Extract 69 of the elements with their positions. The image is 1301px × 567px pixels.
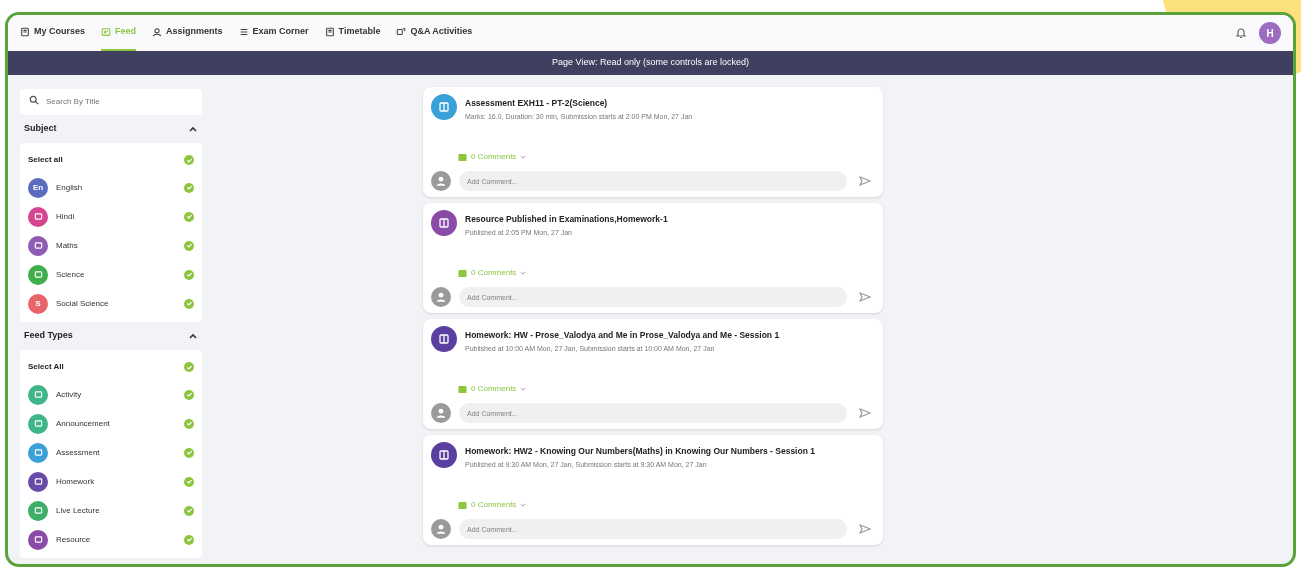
checkbox[interactable] [184,155,194,165]
checkbox[interactable] [184,211,194,222]
comments-toggle[interactable]: 0 Comments [458,499,527,511]
checkbox[interactable] [184,447,194,458]
filter-label: Select all [28,154,63,166]
filter-label: Activity [56,388,82,401]
caret-icon [520,154,527,160]
nav-tab[interactable]: Timetable [324,15,381,51]
feed-title: Homework: HW2 - Knowing Our Numbers(Maths) in Knowing Our Numbers - Session 1 [465,445,815,458]
comments-toggle[interactable]: 0 Comments [458,151,527,163]
filter-label: Select All [28,361,64,373]
list-icon [238,27,249,37]
person-icon [152,27,163,37]
nav-tab[interactable]: My Courses [20,15,86,51]
checkbox[interactable] [184,182,194,193]
feed-title: Homework: HW - Prose_Valodya and Me in Prose_Valodya and Me - Session 1 [465,329,780,342]
filter-label: Social Science [56,297,109,310]
send-icon[interactable] [859,407,871,419]
send-icon[interactable] [859,523,871,535]
subject-badge: S [28,293,48,314]
checkbox[interactable] [184,505,194,516]
checkbox[interactable] [184,269,194,280]
nav-tab[interactable]: Assignments [152,15,223,51]
chevron-up-icon[interactable] [188,125,198,133]
checkbox[interactable] [184,534,194,545]
caret-icon [520,270,527,276]
section-title: Feed Types [24,329,73,343]
filter-label: Hindi [56,210,75,223]
filter-label: Announcement [56,417,110,430]
book-icon [431,442,457,468]
filter-label: Homework [56,475,95,488]
user-avatar-icon [431,519,451,539]
filter-label: English [56,181,83,194]
caret-icon [520,386,527,392]
user-avatar-icon [431,403,451,423]
checkbox[interactable] [184,240,194,251]
subject-badge: En [28,177,48,198]
book-icon [324,27,335,37]
search-field[interactable]: Search By Title [20,88,202,115]
checkbox[interactable] [184,362,194,372]
checkbox[interactable] [184,298,194,309]
section-title: Subject [24,122,57,136]
caret-icon [520,502,527,508]
nav-tab[interactable]: Exam Corner [238,15,309,51]
filter-label: Assessment [56,446,100,459]
checkbox[interactable] [184,476,194,487]
chevron-up-icon[interactable] [188,332,198,340]
checkbox[interactable] [184,389,194,400]
filter-label: Live Lecture [56,504,100,517]
comments-toggle[interactable]: 0 Comments [458,267,527,279]
send-icon[interactable] [859,175,871,187]
send-icon[interactable] [859,291,871,303]
filter-label: Resource [56,533,91,546]
user-avatar[interactable]: H [1259,22,1281,44]
nav-tab[interactable]: Q&A Activities [396,15,473,51]
user-avatar-icon [431,287,451,307]
book-icon [20,27,30,37]
feed-title: Assessment EXH11 - PT-2(Science) [465,97,609,110]
filter-label: Maths [56,239,78,252]
bell-icon[interactable] [1235,27,1247,39]
filter-label: Science [56,268,85,281]
search-icon [29,95,39,105]
feed-title: Resource Published in Examinations,Homework-1 [465,213,668,226]
comments-toggle[interactable]: 0 Comments [458,383,527,395]
book-icon [431,326,457,352]
list-icon [101,27,112,37]
checkbox[interactable] [184,418,194,429]
read-only-banner: Page View: Read only (some controls are locked) [8,51,1293,75]
user-avatar-icon [431,171,451,191]
